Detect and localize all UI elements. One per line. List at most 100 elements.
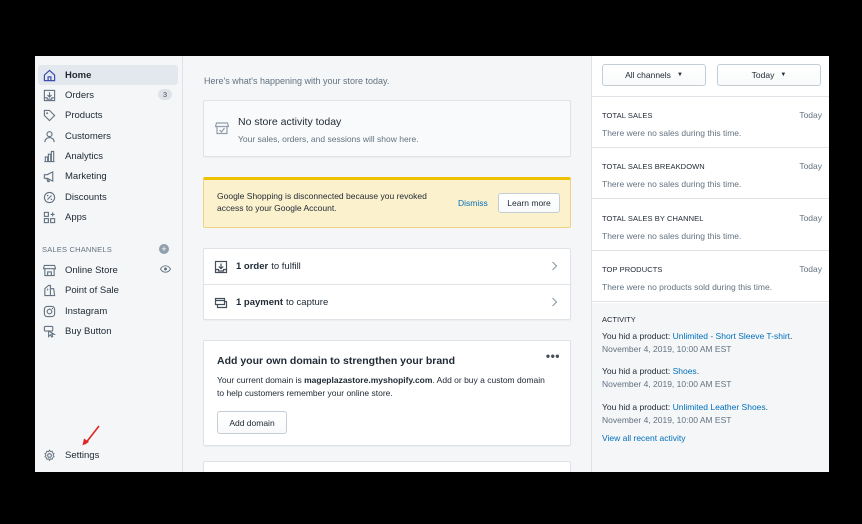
orders-icon [42, 88, 56, 102]
task-count: 1 payment [236, 297, 283, 308]
metric-message: There were no sales during this time. [602, 231, 742, 241]
sidebar-item-label: Buy Button [65, 325, 112, 337]
sidebar-item-instagram[interactable]: Instagram [38, 301, 178, 321]
channels-filter-button[interactable]: All channels ▼ [602, 64, 706, 86]
bar-chart-icon [42, 149, 56, 163]
sidebar-item-buy-button[interactable]: Buy Button [38, 321, 178, 341]
top-products-section[interactable]: TOP PRODUCTS Today There were no product… [592, 251, 829, 302]
metric-message: There were no products sold during this … [602, 282, 773, 292]
sidebar-item-apps[interactable]: Apps [38, 207, 178, 227]
total-sales-section[interactable]: TOTAL SALES Today There were no sales du… [592, 97, 829, 148]
activity-text: You hid a product: [602, 402, 673, 412]
eye-icon[interactable] [159, 265, 172, 276]
sidebar-item-label: Discounts [65, 191, 107, 203]
add-domain-button[interactable]: Add domain [217, 411, 287, 434]
metric-date: Today [799, 110, 822, 120]
sidebar-item-settings[interactable]: Settings [38, 445, 178, 465]
filters-bar: All channels ▼ Today ▼ [592, 56, 829, 97]
sidebar-item-label: Home [65, 69, 92, 81]
metric-date: Today [799, 213, 822, 223]
sidebar-item-marketing[interactable]: Marketing [38, 166, 178, 186]
chevron-right-icon [551, 297, 558, 310]
banner-text: Google Shopping is disconnected because … [217, 191, 427, 213]
buy-button-icon [42, 324, 56, 338]
sidebar-item-orders[interactable]: Orders 3 [38, 85, 178, 105]
metric-date: Today [799, 264, 822, 274]
sidebar-item-label: Apps [65, 211, 87, 223]
task-label: to fulfill [271, 261, 301, 272]
learn-more-button[interactable]: Learn more [498, 193, 560, 213]
sidebar-item-label: Online Store [65, 264, 118, 276]
sidebar-item-label: Settings [65, 449, 100, 461]
sidebar-item-customers[interactable]: Customers [38, 126, 178, 146]
google-shopping-banner: Google Shopping is disconnected because … [203, 177, 571, 228]
metric-message: There were no sales during this time. [602, 128, 742, 138]
activity-suffix: . [696, 366, 700, 376]
product-link[interactable]: Unlimited - Short Sleeve T-shirt [673, 331, 790, 341]
main-content: Here's what's happening with your store … [183, 56, 591, 472]
channels-filter-label: All channels [625, 70, 671, 80]
chevron-right-icon [551, 261, 558, 274]
sidebar-item-online-store[interactable]: Online Store [38, 260, 178, 280]
more-actions-icon[interactable]: ••• [546, 349, 560, 363]
shopify-admin-window: Home Orders 3 Products Customers Analyti… [35, 56, 829, 472]
sidebar-item-label: Products [65, 109, 103, 121]
sidebar-item-products[interactable]: Products [38, 105, 178, 125]
domain-card: Add your own domain to strengthen your b… [203, 340, 571, 446]
task-label: to capture [286, 297, 329, 308]
activity-suffix: . [790, 331, 793, 341]
date-filter-label: Today [751, 70, 775, 80]
activity-item: You hid a product: Shoes. November 4, 20… [602, 365, 824, 390]
domain-card-text: Your current domain is mageplazastore.my… [217, 374, 547, 399]
orders-to-fulfill-row[interactable]: 1 order to fulfill [204, 249, 570, 284]
sidebar-item-point-of-sale[interactable]: Point of Sale [38, 280, 178, 300]
metric-title: TOTAL SALES [602, 111, 653, 120]
tasks-card: 1 order to fulfill 1 payment to capture [203, 248, 571, 320]
view-all-activity-link[interactable]: View all recent activity [602, 433, 685, 443]
metric-title: TOTAL SALES BREAKDOWN [602, 162, 705, 171]
caret-down-icon: ▼ [780, 72, 787, 78]
activity-title: ACTIVITY [602, 315, 636, 324]
product-link[interactable]: Shoes [673, 366, 697, 376]
home-icon [42, 68, 56, 82]
total-sales-breakdown-section[interactable]: TOTAL SALES BREAKDOWN Today There were n… [592, 148, 829, 199]
activity-item: You hid a product: Unlimited - Short Sle… [602, 330, 824, 355]
orders-count-badge: 3 [157, 89, 172, 100]
dismiss-link[interactable]: Dismiss [458, 198, 488, 208]
sidebar-item-discounts[interactable]: Discounts [38, 187, 178, 207]
caret-down-icon: ▼ [676, 72, 683, 78]
total-sales-by-channel-section[interactable]: TOTAL SALES BY CHANNEL Today There were … [592, 200, 829, 251]
no-activity-title: No store activity today [238, 116, 342, 128]
intro-text: Here's what's happening with your store … [204, 76, 390, 86]
activity-text: You hid a product: [602, 366, 673, 376]
sidebar-item-home[interactable]: Home [38, 65, 178, 85]
pos-icon [42, 283, 56, 297]
domain-text-before: Your current domain is [217, 375, 305, 385]
store-icon [42, 263, 56, 277]
activity-time: November 4, 2019, 10:00 AM EST [602, 414, 732, 425]
no-activity-card: No store activity today Your sales, orde… [203, 100, 571, 157]
sales-channels-heading: SALES CHANNELS [42, 245, 112, 254]
activity-time: November 4, 2019, 10:00 AM EST [602, 378, 732, 389]
domain-card-title: Add your own domain to strengthen your b… [217, 355, 455, 367]
sidebar: Home Orders 3 Products Customers Analyti… [35, 56, 183, 472]
add-sales-channel-icon[interactable]: + [159, 244, 169, 254]
person-icon [42, 129, 56, 143]
no-activity-subtitle: Your sales, orders, and sessions will sh… [238, 134, 419, 144]
activity-item: You hid a product: Unlimited Leather Sho… [602, 401, 824, 426]
date-filter-button[interactable]: Today ▼ [717, 64, 821, 86]
sidebar-item-analytics[interactable]: Analytics [38, 146, 178, 166]
next-card [203, 461, 571, 472]
activity-section: ACTIVITY You hid a product: Unlimited - … [592, 303, 829, 472]
tag-icon [42, 108, 56, 122]
instagram-icon [42, 304, 56, 318]
gear-icon [42, 448, 56, 462]
metric-message: There were no sales during this time. [602, 179, 742, 189]
store-activity-icon [214, 121, 230, 140]
sidebar-item-label: Point of Sale [65, 284, 119, 296]
sidebar-item-label: Marketing [65, 170, 107, 182]
payment-to-capture-row[interactable]: 1 payment to capture [204, 284, 570, 320]
orders-icon [214, 260, 228, 274]
product-link[interactable]: Unlimited Leather Shoes [673, 402, 766, 412]
sidebar-item-label: Instagram [65, 305, 108, 317]
